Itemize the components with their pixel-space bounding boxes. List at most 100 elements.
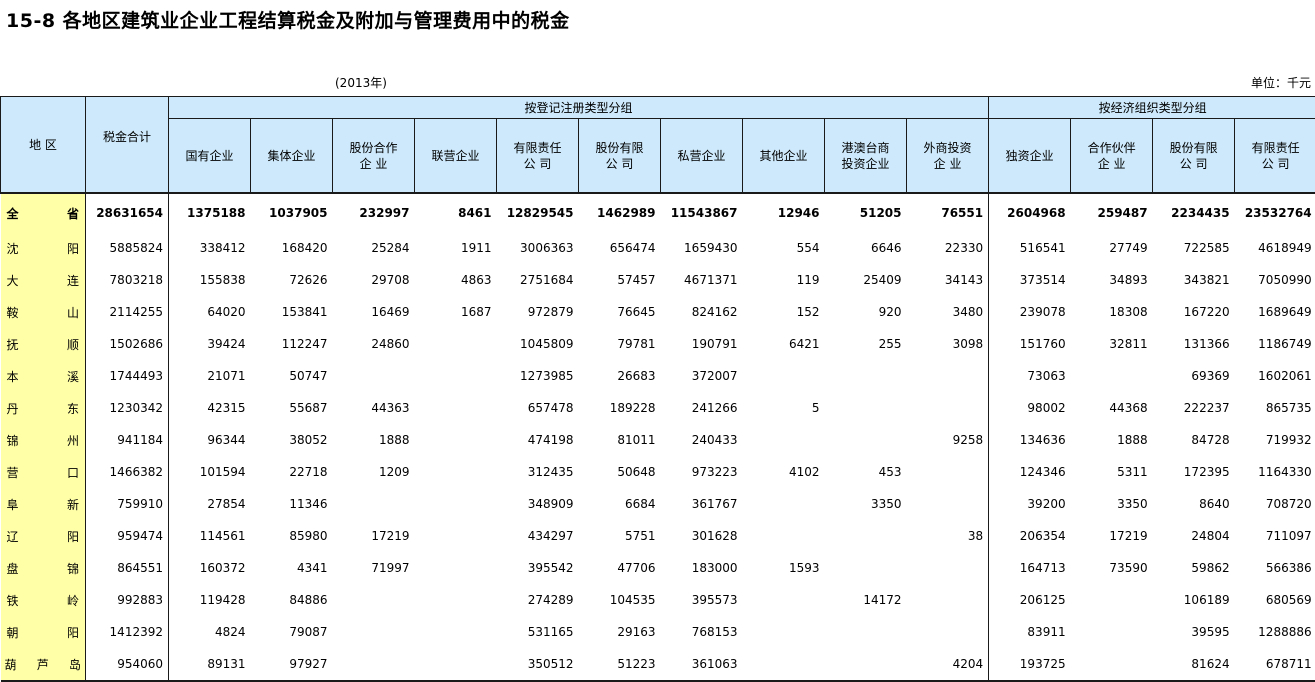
value-cell xyxy=(415,392,497,424)
value-cell: 34893 xyxy=(1071,264,1153,296)
value-cell: 1037905 xyxy=(251,193,333,232)
value-cell: 151760 xyxy=(989,328,1071,360)
value-cell: 259487 xyxy=(1071,193,1153,232)
value-cell: 84728 xyxy=(1153,424,1235,456)
value-cell: 5751 xyxy=(579,520,661,552)
region-cell: 朝阳 xyxy=(1,616,86,648)
value-cell: 79781 xyxy=(579,328,661,360)
value-cell: 255 xyxy=(825,328,907,360)
value-cell xyxy=(907,360,989,392)
value-cell: 89131 xyxy=(169,648,251,681)
value-cell: 11543867 xyxy=(661,193,743,232)
value-cell: 190791 xyxy=(661,328,743,360)
value-cell xyxy=(415,648,497,681)
value-cell xyxy=(415,520,497,552)
value-cell xyxy=(1071,584,1153,616)
value-cell: 17219 xyxy=(333,520,415,552)
table-row: 铁岭99288311942884886274289104535395573141… xyxy=(1,584,1315,616)
column-header-line: 公 司 xyxy=(579,156,660,172)
value-cell xyxy=(907,456,989,488)
value-cell xyxy=(415,616,497,648)
value-cell: 12946 xyxy=(743,193,825,232)
unit-label: 单位：千元 xyxy=(1251,74,1311,91)
value-cell xyxy=(825,520,907,552)
region-cell: 营口 xyxy=(1,456,86,488)
value-cell: 719932 xyxy=(1235,424,1315,456)
value-cell: 81624 xyxy=(1153,648,1235,681)
column-header: 独资企业 xyxy=(989,119,1071,194)
column-header-line: 合作伙伴 xyxy=(1071,140,1152,156)
region-cell: 大连 xyxy=(1,264,86,296)
column-header: 集体企业 xyxy=(251,119,333,194)
table-row: 葫芦岛9540608913197927350512512233610634204… xyxy=(1,648,1315,681)
value-cell xyxy=(907,584,989,616)
value-cell: 361063 xyxy=(661,648,743,681)
value-cell: 531165 xyxy=(497,616,579,648)
region-name: 阜新 xyxy=(1,496,86,513)
value-cell: 85980 xyxy=(251,520,333,552)
value-cell: 4102 xyxy=(743,456,825,488)
value-cell: 114561 xyxy=(169,520,251,552)
value-cell: 373514 xyxy=(989,264,1071,296)
column-header-line: 有限责任 xyxy=(497,140,578,156)
table-row: 盘锦86455116037243417199739554247706183000… xyxy=(1,552,1315,584)
value-cell: 239078 xyxy=(989,296,1071,328)
region-name: 铁岭 xyxy=(1,592,86,609)
value-cell: 51205 xyxy=(825,193,907,232)
value-cell xyxy=(1071,616,1153,648)
total-cell: 2114255 xyxy=(86,296,169,328)
value-cell: 14172 xyxy=(825,584,907,616)
value-cell: 1462989 xyxy=(579,193,661,232)
value-cell xyxy=(1071,360,1153,392)
value-cell: 81011 xyxy=(579,424,661,456)
value-cell xyxy=(907,488,989,520)
value-cell xyxy=(743,584,825,616)
total-cell: 7803218 xyxy=(86,264,169,296)
value-cell: 76551 xyxy=(907,193,989,232)
value-cell: 1687 xyxy=(415,296,497,328)
total-cell: 28631654 xyxy=(86,193,169,232)
column-header-line: 外商投资 xyxy=(907,140,988,156)
value-cell: 73590 xyxy=(1071,552,1153,584)
value-cell: 1288886 xyxy=(1235,616,1315,648)
value-cell: 84886 xyxy=(251,584,333,616)
column-header: 联营企业 xyxy=(415,119,497,194)
value-cell xyxy=(415,552,497,584)
header-group-registration: 按登记注册类型分组 xyxy=(169,97,989,119)
value-cell: 2604968 xyxy=(989,193,1071,232)
region-cell: 沈阳 xyxy=(1,232,86,264)
value-cell: 6421 xyxy=(743,328,825,360)
column-header: 外商投资企 业 xyxy=(907,119,989,194)
table-row: 全省28631654137518810379052329978461128295… xyxy=(1,193,1315,232)
value-cell: 680569 xyxy=(1235,584,1315,616)
value-cell: 39595 xyxy=(1153,616,1235,648)
value-cell: 29708 xyxy=(333,264,415,296)
column-header-line: 联营企业 xyxy=(415,148,496,164)
value-cell: 11346 xyxy=(251,488,333,520)
value-cell: 768153 xyxy=(661,616,743,648)
table-row: 阜新75991027854113463489096684361767335039… xyxy=(1,488,1315,520)
value-cell: 119428 xyxy=(169,584,251,616)
column-header-line: 其他企业 xyxy=(743,148,824,164)
value-cell xyxy=(907,552,989,584)
value-cell: 4671371 xyxy=(661,264,743,296)
column-header-line: 集体企业 xyxy=(251,148,332,164)
value-cell: 29163 xyxy=(579,616,661,648)
total-cell: 992883 xyxy=(86,584,169,616)
value-cell xyxy=(743,520,825,552)
value-cell: 3350 xyxy=(1071,488,1153,520)
column-header-line: 股份有限 xyxy=(1153,140,1234,156)
value-cell: 395573 xyxy=(661,584,743,616)
value-cell: 50747 xyxy=(251,360,333,392)
value-cell: 865735 xyxy=(1235,392,1315,424)
value-cell: 1911 xyxy=(415,232,497,264)
value-cell xyxy=(743,424,825,456)
value-cell: 274289 xyxy=(497,584,579,616)
value-cell: 155838 xyxy=(169,264,251,296)
value-cell: 343821 xyxy=(1153,264,1235,296)
value-cell: 973223 xyxy=(661,456,743,488)
value-cell: 51223 xyxy=(579,648,661,681)
value-cell: 101594 xyxy=(169,456,251,488)
total-cell: 941184 xyxy=(86,424,169,456)
column-header: 港澳台商投资企业 xyxy=(825,119,907,194)
